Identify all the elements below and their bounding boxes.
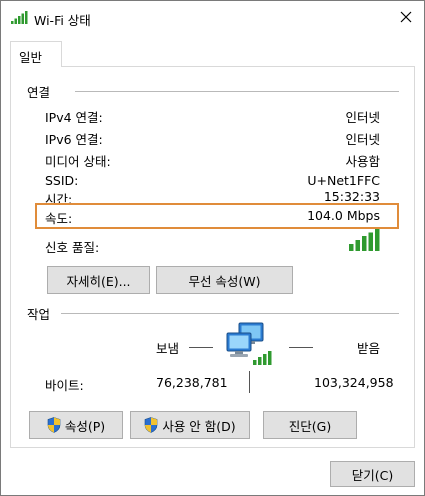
ipv6-value: 인터넷 — [345, 132, 380, 147]
bytes-received-value: 103,324,958 — [314, 375, 394, 390]
close-window-button[interactable] — [388, 1, 424, 33]
connection-group-label: 연결 — [27, 85, 51, 100]
wireless-properties-button[interactable]: 무선 속성(W) — [156, 266, 293, 294]
wireless-properties-label: 무선 속성(W) — [188, 273, 261, 289]
signal-quality-label: 신호 품질: — [45, 240, 100, 255]
media-state-value: 사용함 — [345, 154, 380, 169]
sent-line — [189, 347, 213, 348]
wifi-status-window: Wi-Fi 상태 일반 연결 IPv4 연결: 인터넷 IPv6 연결: 인터넷… — [0, 0, 425, 496]
disable-button-label: 사용 안 함(D) — [162, 418, 236, 434]
uac-shield-icon — [47, 417, 61, 433]
window-title: Wi-Fi 상태 — [34, 13, 91, 28]
speed-label: 속도: — [45, 211, 73, 226]
close-button-label: 닫기(C) — [351, 467, 394, 483]
ssid-label: SSID: — [45, 173, 79, 188]
diagnose-button[interactable]: 진단(G) — [263, 411, 357, 439]
network-computers-icon — [226, 322, 272, 365]
tab-general[interactable]: 일반 — [10, 41, 62, 67]
connection-divider — [75, 91, 399, 92]
bytes-sent-value: 76,238,781 — [156, 375, 228, 390]
activity-divider — [61, 313, 399, 314]
ipv6-label: IPv6 연결: — [45, 132, 103, 147]
tab-general-label: 일반 — [19, 50, 43, 65]
close-icon — [400, 11, 412, 23]
title-bar: Wi-Fi 상태 — [1, 1, 424, 33]
ipv4-value: 인터넷 — [345, 110, 380, 125]
disable-button[interactable]: 사용 안 함(D) — [130, 411, 250, 439]
details-button[interactable]: 자세히(E)... — [47, 266, 150, 294]
received-label: 받음 — [357, 341, 381, 356]
ipv4-label: IPv4 연결: — [45, 110, 103, 125]
diagnose-button-label: 진단(G) — [288, 418, 332, 434]
properties-button-label: 속성(P) — [64, 418, 106, 434]
media-state-label: 미디어 상태: — [45, 154, 111, 169]
properties-button[interactable]: 속성(P) — [29, 411, 123, 439]
received-line — [289, 347, 313, 348]
wifi-signal-icon — [11, 11, 28, 24]
bytes-label: 바이트: — [45, 378, 84, 393]
uac-shield-icon — [145, 417, 158, 433]
details-button-label: 자세히(E)... — [66, 273, 131, 289]
activity-group-label: 작업 — [27, 307, 51, 322]
ssid-value: U+Net1FFC — [307, 173, 380, 188]
bytes-separator — [249, 371, 250, 393]
close-button[interactable]: 닫기(C) — [330, 461, 415, 487]
signal-strength-icon — [349, 229, 380, 251]
speed-value: 104.0 Mbps — [307, 208, 380, 223]
time-value: 15:32:33 — [323, 189, 380, 204]
sent-label: 보냄 — [156, 341, 180, 356]
